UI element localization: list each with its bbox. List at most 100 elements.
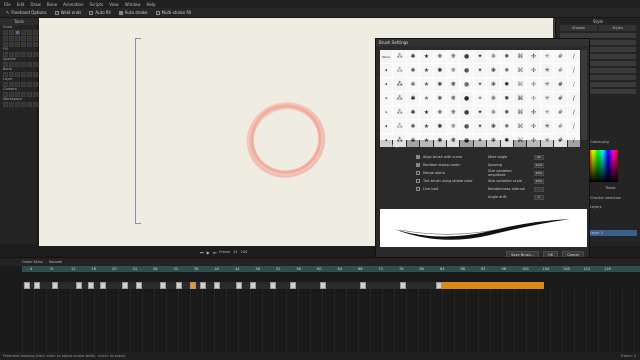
tool-button[interactable]: [15, 102, 20, 107]
brush-thumbnail[interactable]: ✹: [500, 134, 513, 147]
brush-thumbnail[interactable]: #: [554, 106, 567, 119]
keyframe[interactable]: [160, 282, 166, 289]
brush-thumbnail[interactable]: ❋: [446, 50, 460, 63]
brush-thumbnail[interactable]: ✦: [473, 64, 487, 77]
tool-button[interactable]: [33, 30, 38, 35]
brush-thumbnail[interactable]: ⌘: [513, 64, 527, 77]
brush-option-checkbox[interactable]: Align brush with curve: [416, 153, 473, 161]
keyframe[interactable]: [320, 282, 326, 289]
brush-thumbnail[interactable]: ∙: [380, 120, 393, 133]
tool-button[interactable]: [3, 102, 8, 107]
brush-thumbnail[interactable]: ✱: [406, 50, 420, 63]
brush-thumbnail[interactable]: ✳: [540, 92, 554, 105]
frame-input[interactable]: 41: [233, 250, 237, 254]
brush-option-checkbox[interactable]: Tint brush using stroke color: [416, 177, 473, 185]
brush-thumbnail[interactable]: ✱: [406, 92, 420, 105]
brush-thumbnail[interactable]: ✢: [527, 64, 540, 77]
keyframe[interactable]: [236, 282, 242, 289]
brush-thumbnail[interactable]: ❃: [487, 106, 500, 119]
menu-edit[interactable]: Edit: [17, 2, 25, 7]
tool-button[interactable]: [33, 82, 38, 87]
multi-stroke-fill-checkbox[interactable]: Multi-stroke fill: [155, 10, 191, 15]
tool-button[interactable]: [15, 72, 20, 77]
forward-icon[interactable]: ⏭: [213, 250, 217, 255]
tool-button[interactable]: [15, 42, 20, 47]
checker-selection-checkbox[interactable]: Checker selection: [590, 196, 621, 200]
menu-help[interactable]: Help: [146, 2, 155, 7]
brush-thumbnail[interactable]: ❋: [446, 64, 460, 77]
tool-button[interactable]: [21, 82, 26, 87]
brush-thumbnail[interactable]: ★: [420, 106, 433, 119]
tool-button[interactable]: [33, 62, 38, 67]
tool-button[interactable]: [21, 42, 26, 47]
brush-thumbnail[interactable]: ✢: [527, 92, 540, 105]
keyframe[interactable]: [360, 282, 366, 289]
auto-fill-checkbox[interactable]: Auto fill: [89, 10, 111, 15]
brush-thumbnail[interactable]: ✹: [500, 78, 513, 91]
tab-styles[interactable]: Styles: [599, 25, 636, 31]
keyframe[interactable]: [290, 282, 296, 289]
brush-thumbnail[interactable]: /: [567, 134, 580, 147]
brush-thumbnail[interactable]: ⁂: [393, 120, 406, 133]
brush-thumbnail[interactable]: ∙: [380, 64, 393, 77]
tool-button[interactable]: [21, 62, 26, 67]
brush-thumbnail[interactable]: ❋: [446, 106, 460, 119]
keyframe[interactable]: [24, 282, 30, 289]
brush-thumbnail[interactable]: ∙: [380, 78, 393, 91]
brush-thumbnail[interactable]: ❃: [487, 120, 500, 133]
keyframe[interactable]: [270, 282, 276, 289]
brush-thumbnail[interactable]: ✢: [527, 120, 540, 133]
brush-thumbnail[interactable]: #: [554, 92, 567, 105]
keyframe[interactable]: [34, 282, 40, 289]
brush-thumbnail[interactable]: ❃: [487, 134, 500, 147]
brush-thumbnail[interactable]: ★: [420, 78, 433, 91]
tool-button[interactable]: [9, 36, 14, 41]
menu-animation[interactable]: Animation: [63, 2, 83, 7]
brush-thumbnail[interactable]: ✳: [540, 120, 554, 133]
rewind-icon[interactable]: ⏮: [200, 250, 204, 255]
tab-shapes[interactable]: Shapes: [560, 25, 597, 31]
brush-thumbnail[interactable]: ⌘: [513, 120, 527, 133]
brush-thumbnail[interactable]: ●: [460, 120, 473, 133]
tool-button[interactable]: [21, 52, 26, 57]
brush-thumbnail[interactable]: #: [554, 120, 567, 133]
tool-button[interactable]: [21, 30, 26, 35]
checkbox-icon[interactable]: [416, 179, 420, 183]
tool-button[interactable]: [33, 102, 38, 107]
tool-button[interactable]: [9, 102, 14, 107]
tool-button[interactable]: [27, 92, 32, 97]
tool-button[interactable]: [33, 42, 38, 47]
brush-thumbnail[interactable]: ✳: [540, 106, 554, 119]
total-frames[interactable]: 240: [241, 250, 248, 254]
brush-thumbnail[interactable]: ✺: [433, 106, 446, 119]
tool-button[interactable]: [15, 62, 20, 67]
brush-thumbnail[interactable]: ●: [460, 78, 473, 91]
keyframe[interactable]: [190, 282, 196, 289]
brush-thumbnail[interactable]: ✹: [500, 106, 513, 119]
brush-thumbnail[interactable]: ⌘: [513, 92, 527, 105]
tool-button[interactable]: [15, 30, 20, 35]
brush-thumbnail[interactable]: ⁂: [393, 92, 406, 105]
brush-thumbnail[interactable]: ●: [460, 50, 473, 63]
brush-thumbnail[interactable]: /: [567, 120, 580, 133]
brush-thumbnail[interactable]: ✦: [473, 134, 487, 147]
tool-button[interactable]: [21, 102, 26, 107]
keyframe[interactable]: [88, 282, 94, 289]
brush-thumbnail[interactable]: ★: [420, 50, 433, 63]
brush-thumbnail[interactable]: #: [554, 78, 567, 91]
option-value-input[interactable]: 20%: [534, 178, 544, 184]
brush-thumbnail[interactable]: ✺: [433, 78, 446, 91]
brush-thumbnail[interactable]: ✺: [433, 134, 446, 147]
weld-ends-checkbox[interactable]: Weld ends: [54, 10, 81, 15]
brush-thumbnail[interactable]: ∙: [380, 106, 393, 119]
brush-grid-scrollbar[interactable]: [581, 50, 587, 140]
brush-thumbnail[interactable]: ✺: [433, 50, 446, 63]
tool-button[interactable]: [27, 36, 32, 41]
menu-file[interactable]: File: [4, 2, 11, 7]
brush-thumbnail[interactable]: #: [554, 50, 567, 63]
option-value-input[interactable]: 0: [534, 194, 544, 200]
brush-thumbnail[interactable]: ✳: [540, 50, 554, 63]
brush-thumbnail[interactable]: ✢: [527, 134, 540, 147]
tool-button[interactable]: [27, 102, 32, 107]
brush-thumbnail[interactable]: #: [554, 134, 567, 147]
